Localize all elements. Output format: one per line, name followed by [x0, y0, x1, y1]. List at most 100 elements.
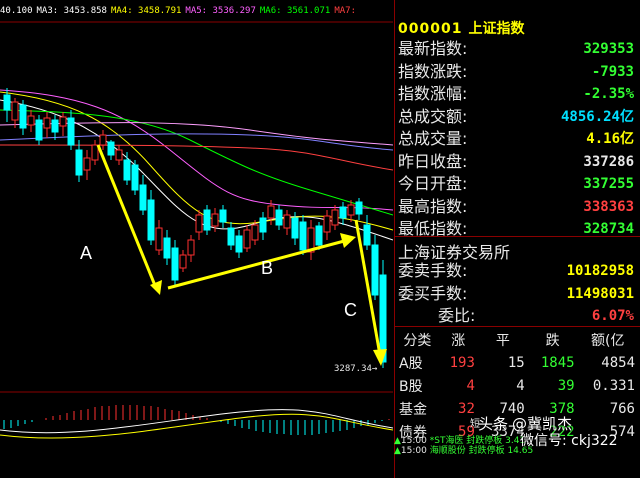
kline-chart[interactable]: 40.100 MA3: 3453.858 MA4: 3458.791 MA5: 353… [0, 0, 393, 478]
quote-value: 337286 [583, 153, 634, 170]
macd-histogram [0, 405, 393, 439]
annotation-b: B [261, 258, 274, 278]
exchange-label: 委买手数: [398, 283, 468, 303]
annotation-a: A [80, 243, 93, 263]
candle-body [227, 227, 235, 246]
breadth-row: B股 4 4 39 0.331 [396, 374, 638, 397]
breadth-cell-flat: 4 [516, 377, 525, 394]
breadth-cell-up: 4 [466, 377, 475, 394]
candle-body [43, 117, 51, 129]
candle-body [371, 244, 379, 296]
breadth-cell-down: 39 [557, 377, 575, 394]
candle-body [99, 134, 107, 146]
candle-body [275, 209, 283, 226]
candle-body [203, 209, 211, 231]
ma-line-2 [0, 89, 393, 211]
candle-body [107, 141, 115, 156]
candle-body [51, 119, 59, 133]
quote-row: 最高指数: 338363 [398, 196, 636, 218]
candle-body [259, 217, 267, 233]
ticker-time: 15:00 [400, 446, 430, 456]
candle-body [171, 247, 179, 281]
candle-body [83, 157, 91, 171]
ticker-text: 海顺股份 封跌停板 14.65 [429, 446, 534, 456]
watermark-wechat: 微信号: ckj322 [520, 433, 618, 449]
candle-body [59, 116, 67, 127]
index-title: 000001 上证指数 [398, 18, 524, 38]
breadth-cell-up: 193 [449, 354, 475, 371]
exchange-row: 委卖手数: 10182958 [398, 260, 636, 282]
breadth-column-header: 额(亿 [591, 332, 625, 349]
divider [395, 326, 640, 327]
candle-body [195, 214, 203, 233]
candle-body [243, 229, 251, 249]
quote-value: 338363 [583, 198, 634, 215]
candle-body [251, 224, 259, 241]
macd-line [0, 409, 393, 434]
up-triangle-icon: ▲ [394, 436, 401, 446]
quote-label: 今日开盘: [398, 174, 468, 193]
breadth-row: A股 193 15 1845 4854 [396, 351, 638, 374]
divider [395, 236, 640, 237]
quote-row: 指数涨跌: -7933 [398, 61, 636, 83]
exchange-label: 委卖手数: [398, 261, 468, 280]
kline-canvas [0, 21, 393, 439]
candle-body [219, 209, 227, 223]
candle-body [163, 237, 171, 259]
quote-row: 总成交额: 4856.24亿 [398, 106, 636, 128]
exchange-row: 委买手数: 11498031 [398, 283, 636, 305]
quote-row: 今日开盘: 337255 [398, 173, 636, 195]
candle-body [291, 217, 299, 239]
candle-body [75, 149, 83, 176]
quote-label: 最高指数: [398, 196, 468, 216]
candle-body [139, 184, 147, 211]
breadth-cell-flat: 15 [507, 354, 525, 371]
breadth-column-header: 平 [495, 332, 510, 349]
quote-label: 指数涨幅: [398, 84, 468, 103]
candle-body [331, 209, 339, 226]
quote-value: 4.16亿 [586, 131, 634, 147]
short-label: 短 [470, 419, 480, 430]
breadth-cell-name: A股 [399, 355, 423, 372]
candle-body [339, 206, 347, 219]
index-name: 上证指数 [468, 21, 525, 37]
candle-body [27, 115, 35, 126]
exchange-row: 委比: 6.07% [398, 305, 636, 327]
candle-body [235, 235, 243, 253]
candle-body [179, 254, 187, 269]
candle-body [299, 221, 307, 251]
breadth-cell-amount: 766 [609, 400, 635, 417]
quote-row: 总成交量: 4.16亿 [398, 128, 636, 150]
candle-body [267, 205, 275, 219]
candle-body [147, 199, 155, 241]
candle-body [91, 144, 99, 161]
breadth-column-header: 涨 [451, 332, 466, 349]
ticker-time: 15:00 [400, 436, 430, 446]
quote-value: 337255 [583, 176, 634, 192]
quote-label: 指数涨跌: [398, 61, 468, 81]
quote-label: 最新指数: [398, 39, 468, 58]
arrow-a-head [150, 280, 162, 295]
ma-line-5 [0, 133, 393, 151]
candle-body [35, 119, 43, 141]
breadth-header: 分类 涨 平 跌 额(亿 [396, 328, 638, 351]
quote-value: -7933 [591, 63, 634, 80]
exchange-value: 6.07% [591, 308, 634, 324]
candle-body [115, 149, 123, 161]
quote-label: 昨日收盘: [398, 151, 468, 171]
quote-row: 指数涨幅: -2.35% [398, 83, 636, 105]
quote-value: 329353 [583, 41, 634, 57]
breadth-column-header: 分类 [403, 332, 432, 349]
candle-body [363, 224, 371, 246]
quote-row: 昨日收盘: 337286 [398, 151, 636, 173]
breadth-cell-amount: 4854 [601, 354, 635, 371]
exchange-value: 11498031 [566, 285, 634, 302]
candle-body [131, 164, 139, 191]
quote-label: 总成交量: [398, 129, 468, 148]
ma-line-4 [0, 144, 393, 171]
arrow-b-line [167, 238, 349, 290]
up-triangle-icon: ▲ [394, 446, 401, 456]
candle-body [11, 101, 19, 121]
candlesticks [3, 88, 387, 368]
low-price-label: 3287.34→ [334, 364, 378, 374]
